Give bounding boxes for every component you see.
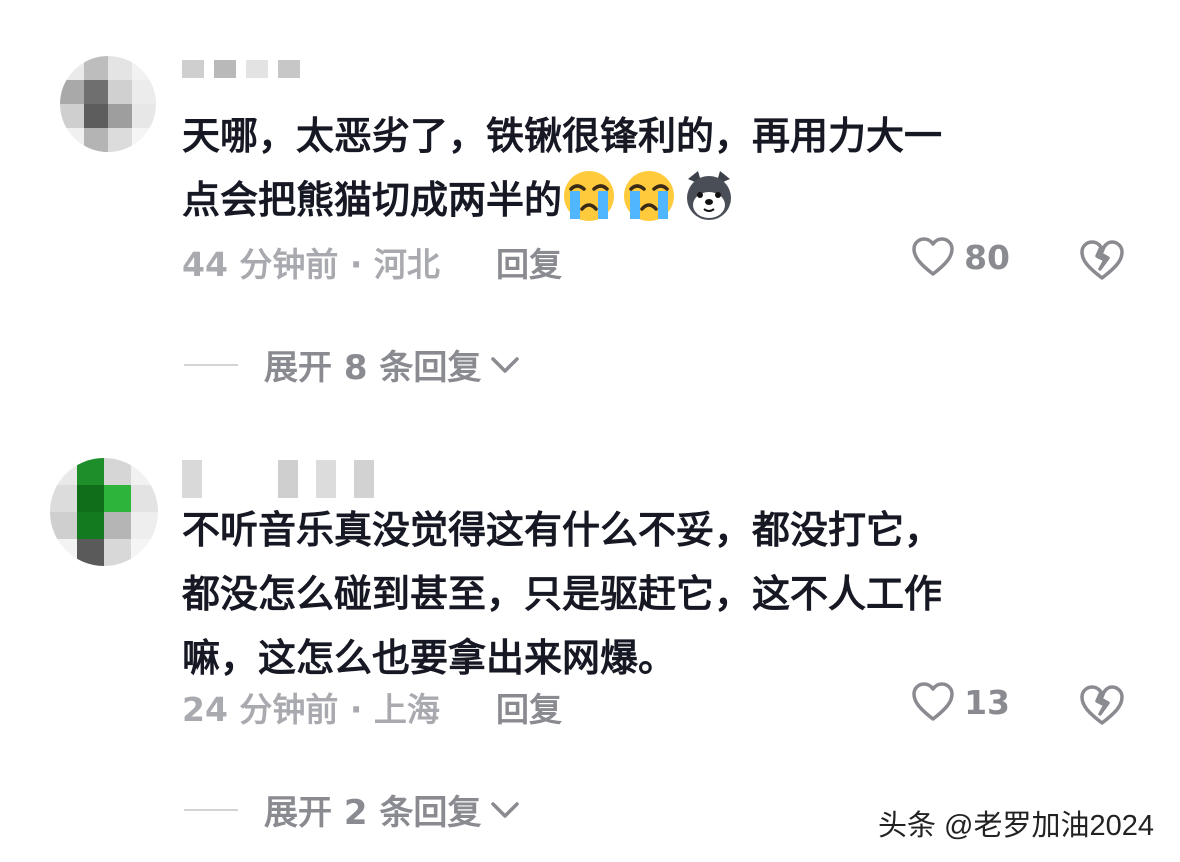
avatar[interactable] xyxy=(60,56,156,152)
crying-emoji-icon xyxy=(624,171,675,221)
chevron-down-icon xyxy=(491,801,520,818)
reply-button[interactable]: 回复 xyxy=(496,683,562,731)
broken-heart-icon[interactable] xyxy=(1078,683,1126,727)
divider xyxy=(184,808,238,811)
reply-button[interactable]: 回复 xyxy=(496,238,562,286)
watermark: 头条 @老罗加油2024 xyxy=(877,810,1154,842)
heart-outline-icon xyxy=(912,237,954,276)
comment-text-line: 点会把熊猫切成两半的 xyxy=(182,178,563,222)
broken-heart-icon[interactable] xyxy=(1078,238,1126,282)
comment-text-line: 不听音乐真没觉得这有什么不妥，都没打它， xyxy=(182,508,943,552)
chevron-down-icon xyxy=(491,356,520,373)
comment-item: 天哪，太恶劣了，铁锹很锋利的，再用力大一 点会把熊猫切成两半的 44 分钟前 ·… xyxy=(0,0,1180,430)
like-count: 80 xyxy=(964,237,1010,277)
divider xyxy=(184,363,238,366)
expand-replies-button[interactable]: 展开 8 条回复 xyxy=(184,340,521,389)
time-location: 24 分钟前 · 上海 xyxy=(182,690,440,729)
username-pixelated[interactable] xyxy=(182,460,374,498)
like-button[interactable]: 13 xyxy=(910,681,1010,723)
like-count: 13 xyxy=(964,682,1010,722)
crying-emoji-icon xyxy=(564,171,615,221)
comment-meta: 44 分钟前 · 河北 回复 xyxy=(182,238,562,286)
heart-outline-icon xyxy=(912,682,954,721)
comment-item: 不听音乐真没觉得这有什么不妥，都没打它， 都没怎么碰到甚至，只是驱赶它，这不人工… xyxy=(0,440,1180,862)
comment-meta: 24 分钟前 · 上海 回复 xyxy=(182,683,562,731)
dog-emoji-icon xyxy=(687,171,732,220)
avatar[interactable] xyxy=(50,458,158,566)
comment-text-line: 嘛，这怎么也要拿出来网爆。 xyxy=(182,636,677,680)
comment-text: 不听音乐真没觉得这有什么不妥，都没打它， 都没怎么碰到甚至，只是驱赶它，这不人工… xyxy=(182,498,1102,690)
time-location: 44 分钟前 · 河北 xyxy=(182,245,440,284)
username-pixelated[interactable] xyxy=(182,60,300,78)
comment-text-line: 都没怎么碰到甚至，只是驱赶它，这不人工作 xyxy=(182,572,943,616)
comment-text: 天哪，太恶劣了，铁锹很锋利的，再用力大一 点会把熊猫切成两半的 xyxy=(182,104,1102,232)
like-button[interactable]: 80 xyxy=(910,236,1010,278)
expand-replies-label: 展开 2 条回复 xyxy=(264,793,482,833)
expand-replies-label: 展开 8 条回复 xyxy=(264,348,482,388)
expand-replies-button[interactable]: 展开 2 条回复 xyxy=(184,785,521,834)
comment-text-line: 天哪，太恶劣了，铁锹很锋利的，再用力大一 xyxy=(182,114,943,158)
